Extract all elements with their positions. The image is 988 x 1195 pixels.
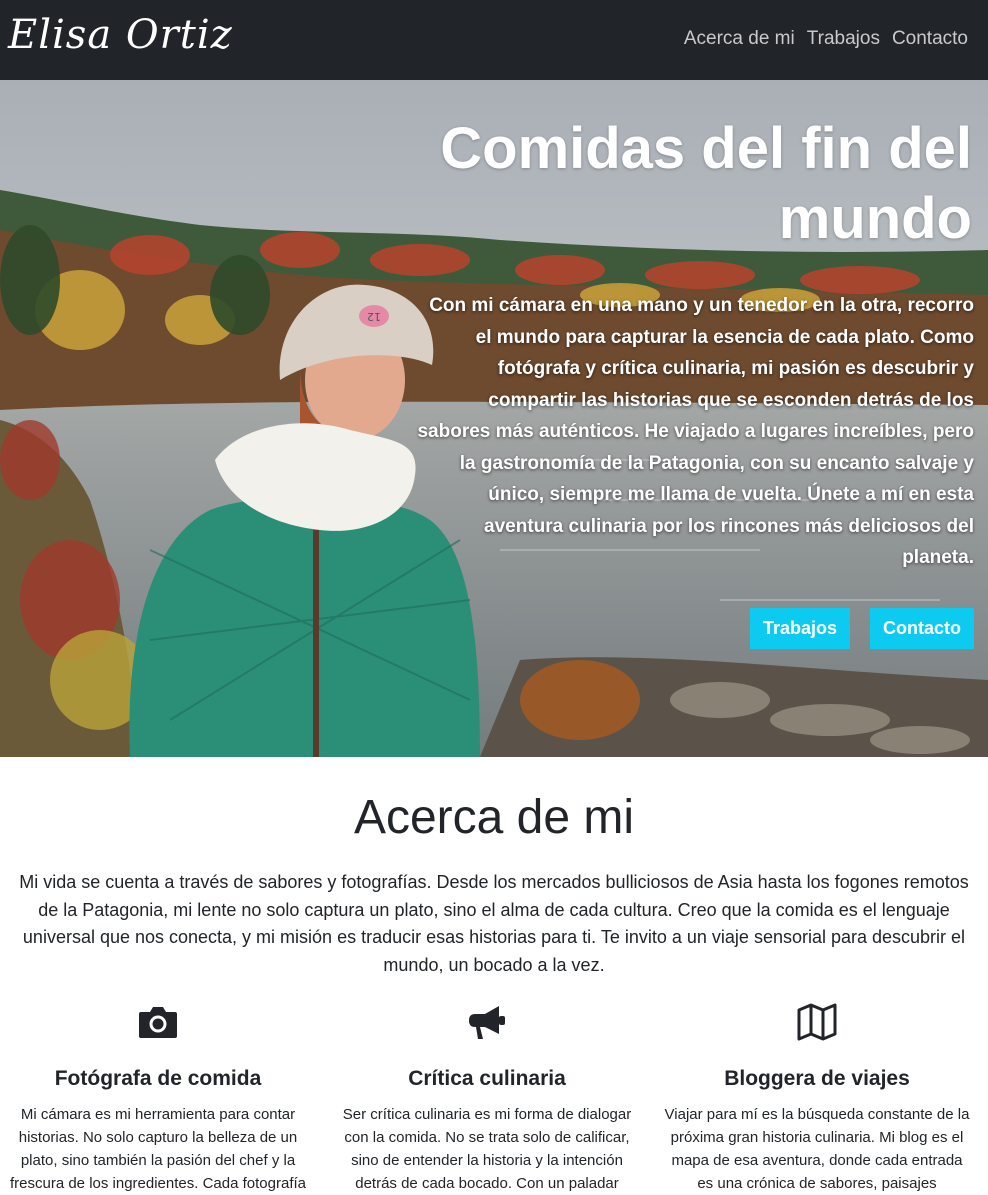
hero-buttons: Trabajos Contacto	[749, 608, 974, 649]
nav-link-acerca[interactable]: Acerca de mi	[684, 28, 795, 50]
feature-text: Viajar para mí es la búsqueda constante …	[664, 1106, 970, 1192]
feature-text: Mi cámara es mi herramienta para contar …	[9, 1106, 306, 1192]
nav-link-trabajos[interactable]: Trabajos	[807, 28, 880, 50]
feature-title: Bloggera de viajes	[724, 1067, 910, 1090]
hero-text: Con mi cámara en una mano y un tenedor e…	[417, 295, 974, 568]
camera-icon	[139, 1007, 177, 1038]
map-icon	[797, 1003, 837, 1041]
nav-link-contacto[interactable]: Contacto	[892, 28, 968, 50]
contacto-button[interactable]: Contacto	[870, 608, 974, 649]
trabajos-button[interactable]: Trabajos	[749, 608, 850, 649]
hero-title: Comidas del fin del mundo	[440, 116, 972, 251]
feature-critic: Crítica culinaria Ser crítica culinaria …	[332, 1000, 642, 1195]
about-title: Acerca de mi	[353, 791, 635, 844]
hat-badge: 12	[367, 310, 381, 323]
feature-text: Ser crítica culinaria es mi forma de dia…	[342, 1106, 632, 1192]
feature-blogger: Bloggera de viajes Viajar para mí es la …	[662, 1000, 972, 1195]
feature-title: Crítica culinaria	[408, 1067, 566, 1090]
feature-title: Fotógrafa de comida	[54, 1067, 262, 1090]
about-text: Mi vida se cuenta a través de sabores y …	[19, 872, 969, 975]
feature-photography: Fotógrafa de comida Mi cámara es mi herr…	[3, 1000, 313, 1195]
megaphone-icon	[469, 1006, 505, 1039]
brand-logo[interactable]: Elisa Ortiz	[8, 12, 233, 58]
hero-section: 12 Comidas del fin del mundo Con mi cáma…	[0, 80, 988, 757]
navbar: Elisa Ortiz Acerca de mi Trabajos Contac…	[0, 0, 988, 80]
nav-links: Acerca de mi Trabajos Contacto	[684, 28, 968, 50]
features: Fotógrafa de comida Mi cámara es mi herr…	[0, 1000, 988, 1192]
